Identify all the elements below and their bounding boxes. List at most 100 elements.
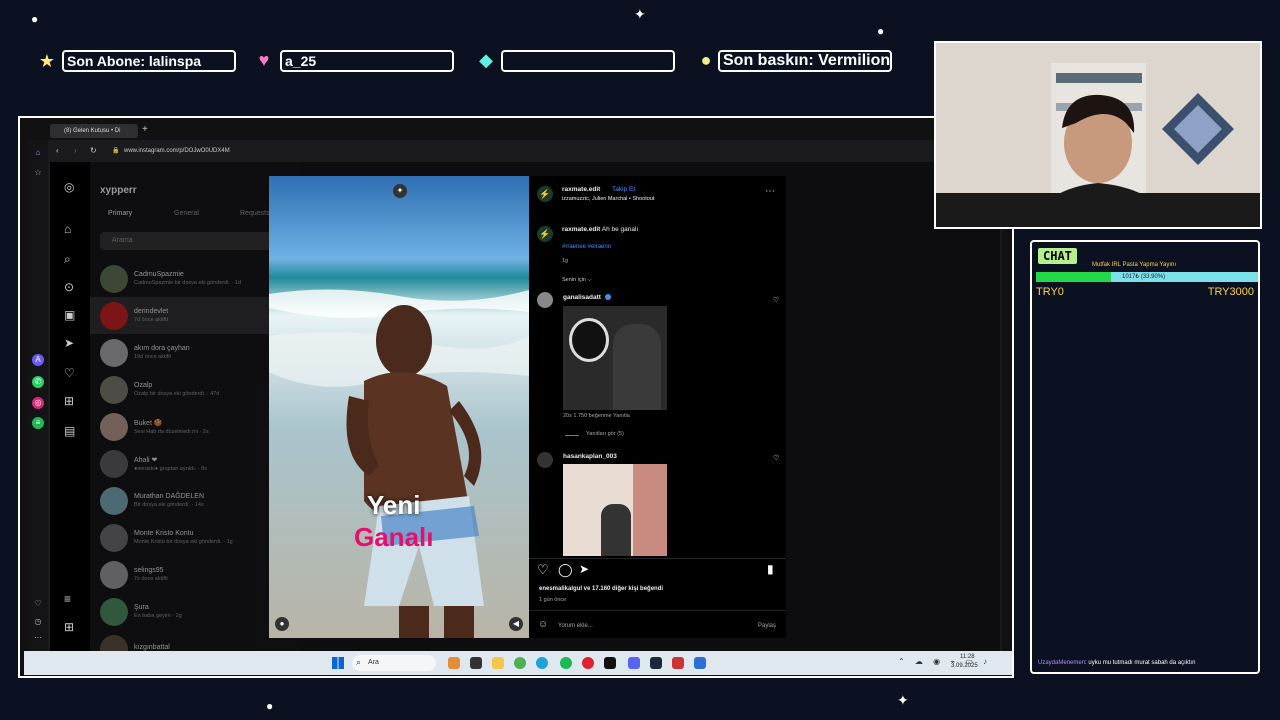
history-icon[interactable]: ◷ bbox=[32, 616, 44, 628]
dm-preview: 7s önce aktifti bbox=[134, 576, 168, 582]
more-options-icon[interactable]: ⋯ bbox=[765, 186, 775, 197]
spotify-icon[interactable] bbox=[560, 657, 572, 669]
chat-username[interactable]: UzaydaMenemen bbox=[1038, 660, 1085, 666]
comment-like-icon[interactable]: ♡ bbox=[773, 296, 779, 304]
home-icon[interactable]: ⌂ bbox=[64, 222, 71, 236]
app-icon[interactable] bbox=[694, 657, 706, 669]
app-icon[interactable] bbox=[470, 657, 482, 669]
mute-icon[interactable]: ◀ bbox=[509, 617, 523, 631]
post-comment-button[interactable]: Paylaş bbox=[758, 623, 776, 629]
avatar bbox=[100, 264, 128, 293]
task-view-icon[interactable] bbox=[448, 657, 460, 669]
windows-taskbar: Ara ⌕ ⌃ ☁ ◉ ⌁ ▭ ♪ 11:28 3.09.2025 bbox=[24, 651, 1012, 675]
tab-requests[interactable]: Requests bbox=[240, 210, 270, 217]
view-replies-link[interactable]: Yanıtları gör (5) bbox=[586, 431, 624, 437]
address-bar[interactable]: www.instagram.com/p/DOJwO0UDX4M bbox=[124, 144, 824, 158]
heart-icon[interactable]: ♡ bbox=[32, 598, 44, 610]
audio-icon[interactable]: ✦ bbox=[393, 184, 407, 198]
file-explorer-icon[interactable] bbox=[492, 657, 504, 669]
dashboard-icon[interactable]: ▤ bbox=[64, 424, 75, 438]
stream-chat-panel: CHAT Mutfak IRL Pasta Yapma Yayını 1017₺… bbox=[1030, 240, 1260, 674]
whatsapp-icon[interactable]: ✆ bbox=[32, 376, 44, 388]
caption-avatar: ⚡ bbox=[537, 226, 553, 242]
tab-primary[interactable]: Primary bbox=[108, 210, 132, 217]
notifications-icon[interactable]: ♡ bbox=[64, 366, 75, 380]
reels-icon[interactable]: ▣ bbox=[64, 308, 75, 322]
caption: raxmate.edit Ah be ganalı bbox=[562, 226, 638, 233]
comment-like-icon[interactable]: ♡ bbox=[773, 454, 779, 462]
author-name[interactable]: raxmate.edit bbox=[562, 186, 600, 193]
goal-start-label: TRY0 bbox=[1036, 286, 1064, 298]
dm-name: derindevlet bbox=[134, 308, 169, 315]
tab-general[interactable]: General bbox=[174, 210, 199, 217]
ai-icon[interactable]: A bbox=[32, 354, 44, 366]
post-video[interactable]: Yeni Ganalı ✦ ● ◀ bbox=[269, 176, 529, 638]
share-icon[interactable]: ➤ bbox=[579, 562, 589, 576]
chat-message: UzaydaMenemen: uyku mu tutmadı murat sab… bbox=[1038, 660, 1195, 666]
discord-icon[interactable] bbox=[628, 657, 640, 669]
overlay-text-yeni: Yeni bbox=[367, 490, 421, 520]
windows-start-icon[interactable] bbox=[332, 657, 344, 669]
home-icon[interactable]: ⌂ bbox=[32, 147, 44, 159]
bookmark-icon[interactable]: ☆ bbox=[32, 167, 44, 179]
dm-preview: 19d önce aktifti bbox=[134, 354, 171, 360]
instagram-icon[interactable]: ◎ bbox=[32, 397, 44, 409]
create-icon[interactable]: ⊞ bbox=[64, 394, 74, 408]
search-icon[interactable]: ⌕ bbox=[64, 252, 71, 267]
clock-time[interactable]: 11:28 bbox=[960, 654, 975, 660]
comment-user[interactable]: hasankaplan_003 bbox=[563, 453, 617, 460]
author-avatar[interactable]: ⚡ bbox=[537, 186, 553, 202]
verified-icon bbox=[605, 294, 611, 300]
new-tab-icon[interactable]: + bbox=[142, 124, 148, 135]
dm-preview: ●seraski● gruptan ayrıldı. · 8s bbox=[134, 465, 207, 472]
follow-button[interactable]: Takip Et bbox=[612, 186, 635, 193]
emoji-icon[interactable]: ☺ bbox=[538, 619, 548, 630]
user-tag-icon[interactable]: ● bbox=[275, 617, 289, 631]
dm-preview: Sesi Hab da düzelmedi mi · 2s bbox=[134, 428, 209, 435]
back-icon[interactable]: ‹ bbox=[56, 146, 59, 155]
action-bar bbox=[529, 558, 786, 559]
comment-meta[interactable]: 20s 1.750 beğenme Yanıtla bbox=[563, 413, 630, 419]
capcut-icon[interactable] bbox=[604, 657, 616, 669]
caption-user[interactable]: raxmate.edit bbox=[562, 226, 600, 233]
dm-name: akım dora çayhan bbox=[134, 345, 190, 352]
forward-icon[interactable]: › bbox=[74, 146, 77, 155]
dm-username[interactable]: xypperr bbox=[100, 185, 137, 196]
sort-dropdown[interactable]: Senin için ⌵ bbox=[562, 277, 592, 284]
messages-icon[interactable]: ➤ bbox=[64, 336, 74, 350]
more-icon[interactable]: ⊞ bbox=[64, 620, 74, 634]
comment-input[interactable]: Yorum ekle... bbox=[558, 623, 593, 629]
avatar bbox=[100, 301, 128, 330]
chrome-icon[interactable] bbox=[514, 657, 526, 669]
dm-search-input[interactable]: Arama bbox=[100, 232, 290, 250]
dm-preview: CadmuSpazmie bir dosya eki gönderdi. · 1… bbox=[134, 280, 242, 286]
spotify-icon[interactable]: ≡ bbox=[32, 417, 44, 429]
caption-hashtags[interactable]: #rraenee #elraenn bbox=[562, 244, 611, 250]
edge-icon[interactable] bbox=[536, 657, 548, 669]
audio-credit[interactable]: izzamuzzic, Julien Marchal • Shootout bbox=[562, 196, 654, 202]
like-icon[interactable]: ♡ bbox=[537, 562, 549, 578]
browser-tab[interactable]: (8) Gelen Kutusu • Di bbox=[50, 124, 138, 138]
caption-text: Ah be ganalı bbox=[601, 226, 639, 233]
dm-name: selings95 bbox=[134, 567, 164, 574]
sparkle-icon: ● bbox=[31, 12, 39, 26]
steam-icon[interactable] bbox=[650, 657, 662, 669]
commenter-avatar[interactable] bbox=[537, 292, 553, 308]
instagram-logo-icon[interactable]: ◎ bbox=[64, 180, 74, 194]
commenter-avatar[interactable] bbox=[537, 452, 553, 468]
menu-icon[interactable]: ≡ bbox=[64, 592, 71, 606]
clock-date[interactable]: 3.09.2025 bbox=[951, 663, 978, 669]
opera-icon[interactable] bbox=[582, 657, 594, 669]
avatar bbox=[100, 597, 128, 626]
comment-icon[interactable]: ◯ bbox=[558, 562, 573, 578]
likes-count[interactable]: enesmalikalgul ve 17.160 diğer kişi beğe… bbox=[539, 586, 663, 592]
comment-user[interactable]: ganalisadatt bbox=[563, 294, 601, 301]
explore-icon[interactable]: ⊙ bbox=[64, 280, 74, 294]
app-icon[interactable] bbox=[672, 657, 684, 669]
taskbar-search[interactable]: Ara bbox=[352, 655, 436, 671]
reload-icon[interactable]: ↻ bbox=[90, 146, 97, 155]
last-donation-box: a_25 bbox=[280, 50, 454, 72]
comment-gif bbox=[563, 306, 667, 410]
more-icon[interactable]: ⋯ bbox=[32, 632, 44, 644]
save-icon[interactable]: ▮ bbox=[767, 562, 774, 576]
